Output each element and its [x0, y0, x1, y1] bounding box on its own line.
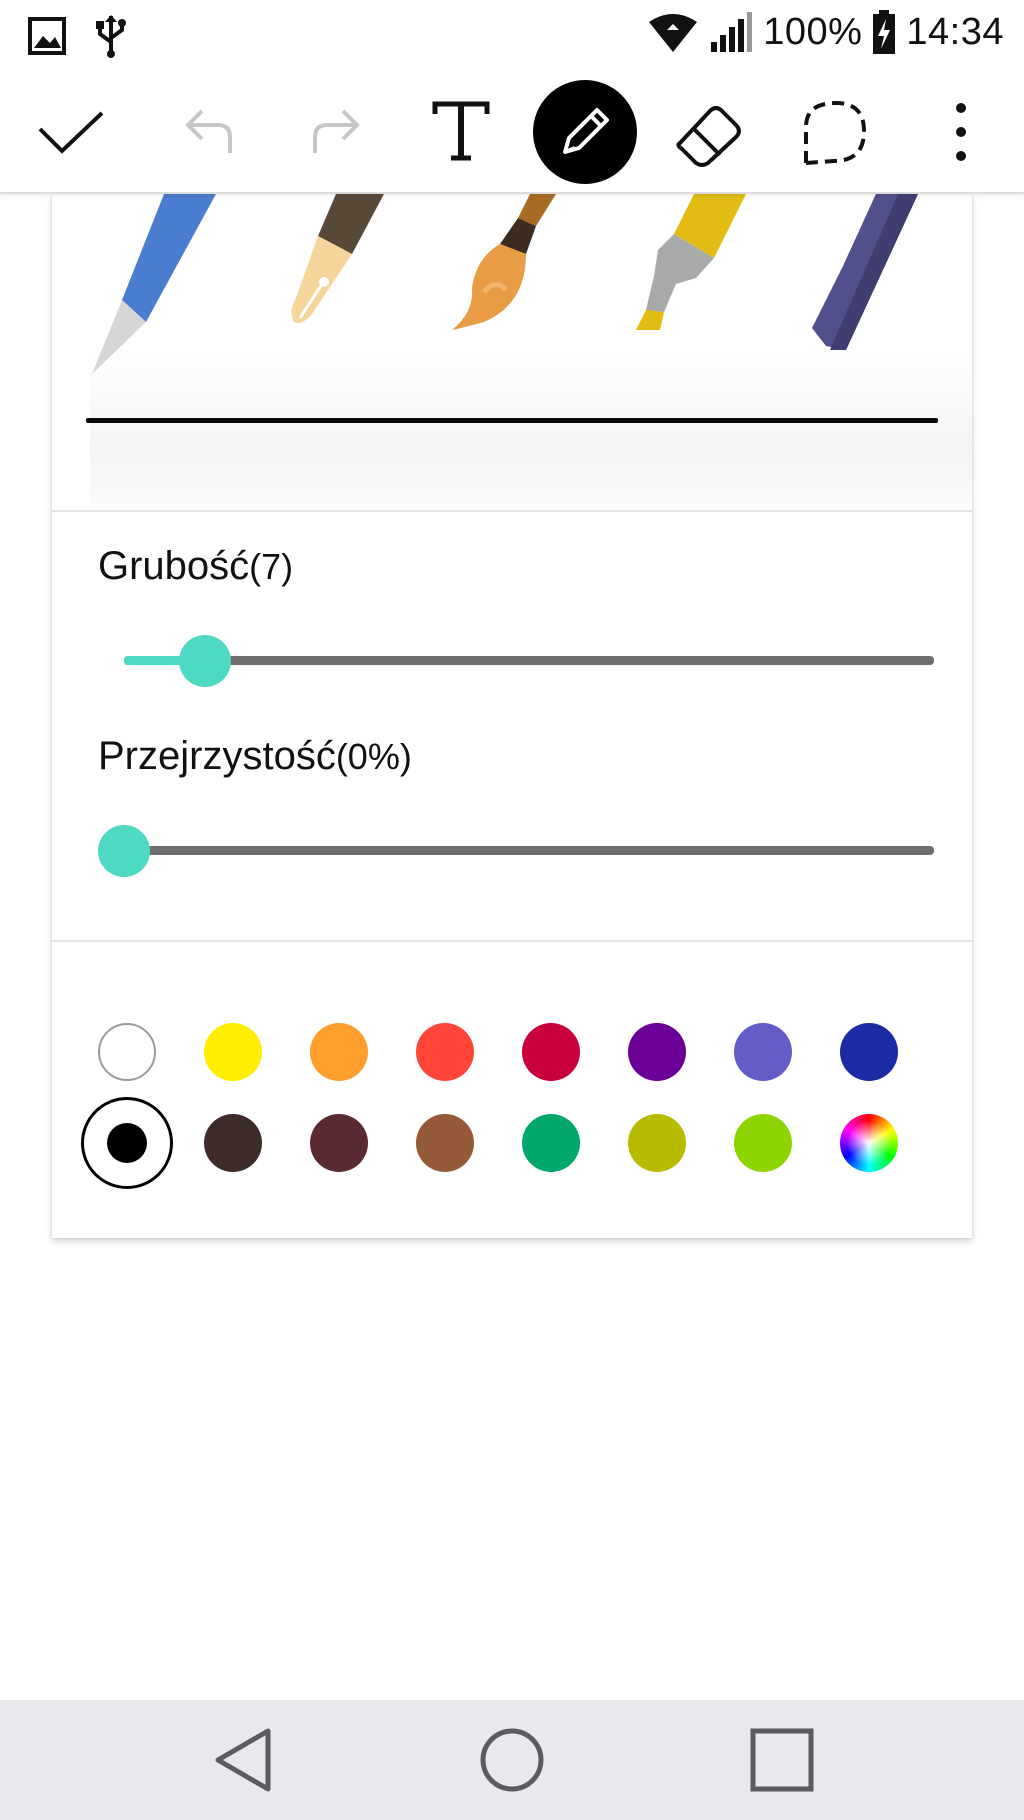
lasso-select-icon	[804, 100, 867, 165]
thickness-label-text: Grubość	[98, 544, 250, 588]
color-swatch[interactable]	[98, 1023, 156, 1081]
redo-button[interactable]	[280, 72, 390, 192]
recent-apps-button[interactable]	[722, 1700, 842, 1820]
pencil-pen-type[interactable]	[88, 194, 228, 424]
done-button[interactable]	[16, 72, 126, 192]
undo-button[interactable]	[155, 72, 265, 192]
color-swatch[interactable]	[522, 1023, 580, 1081]
eraser-icon	[676, 106, 741, 167]
text-tool-icon	[432, 101, 490, 161]
eraser-button[interactable]	[655, 72, 765, 192]
color-swatch[interactable]	[310, 1023, 368, 1081]
drawing-toolbar	[0, 72, 1024, 194]
back-icon	[215, 1728, 271, 1792]
battery-charging-icon	[873, 10, 896, 54]
color-swatch[interactable]	[734, 1114, 792, 1172]
navigation-bar	[0, 1700, 1024, 1820]
pen-type-preview	[52, 194, 972, 512]
thickness-value: (7)	[249, 546, 294, 587]
undo-icon	[185, 109, 232, 153]
pen-settings-panel: Grubość(7) Przejrzystość(0%)	[52, 194, 972, 1238]
color-swatch-selected[interactable]	[81, 1097, 173, 1189]
color-swatch[interactable]	[522, 1114, 580, 1172]
gallery-icon	[28, 17, 66, 55]
slider-track	[124, 656, 934, 665]
color-swatch[interactable]	[840, 1023, 898, 1081]
brush-pen-type[interactable]	[444, 194, 584, 424]
opacity-label-text: Przejrzystość	[98, 734, 336, 778]
color-swatch[interactable]	[734, 1023, 792, 1081]
pen-tool-icon	[563, 108, 609, 154]
divider	[52, 510, 972, 512]
highlighter-pen-type[interactable]	[614, 194, 754, 424]
custom-color-picker-icon[interactable]	[840, 1114, 898, 1172]
home-button[interactable]	[452, 1700, 572, 1820]
battery-percent: 100%	[763, 10, 863, 53]
color-swatch[interactable]	[416, 1023, 474, 1081]
back-button[interactable]	[182, 1700, 302, 1820]
opacity-label: Przejrzystość(0%)	[98, 734, 412, 779]
opacity-value: (0%)	[335, 736, 412, 777]
marker-pen-type[interactable]	[786, 194, 946, 424]
recent-apps-icon	[750, 1728, 814, 1792]
status-bar: 100% 14:34	[0, 0, 1024, 72]
fountain-pen-pen-type[interactable]	[274, 194, 414, 424]
selected-color-dot	[107, 1123, 147, 1163]
more-options-icon	[956, 103, 966, 161]
thickness-slider[interactable]	[124, 630, 934, 690]
signal-icon	[711, 12, 753, 52]
clock: 14:34	[906, 10, 1004, 53]
color-swatch[interactable]	[628, 1114, 686, 1172]
thickness-label: Grubość(7)	[98, 544, 293, 589]
pen-tool-button[interactable]	[530, 72, 640, 192]
color-swatch[interactable]	[204, 1114, 262, 1172]
divider	[52, 940, 972, 942]
color-swatch[interactable]	[204, 1023, 262, 1081]
text-tool-button[interactable]	[406, 72, 516, 192]
color-swatch[interactable]	[416, 1114, 474, 1172]
usb-icon	[96, 15, 126, 58]
wifi-icon	[649, 14, 698, 52]
lasso-select-button[interactable]	[780, 72, 890, 192]
color-swatch[interactable]	[628, 1023, 686, 1081]
slider-thumb[interactable]	[98, 825, 150, 877]
redo-icon	[313, 109, 360, 153]
more-options-button[interactable]	[906, 72, 1016, 192]
slider-track	[124, 846, 934, 855]
stroke-preview-line	[86, 418, 938, 423]
slider-thumb[interactable]	[179, 635, 231, 687]
opacity-slider[interactable]	[98, 820, 934, 880]
done-check-icon	[38, 111, 104, 154]
pen-tool-active-indicator	[533, 80, 637, 184]
color-swatch[interactable]	[310, 1114, 368, 1172]
home-icon	[480, 1728, 544, 1792]
